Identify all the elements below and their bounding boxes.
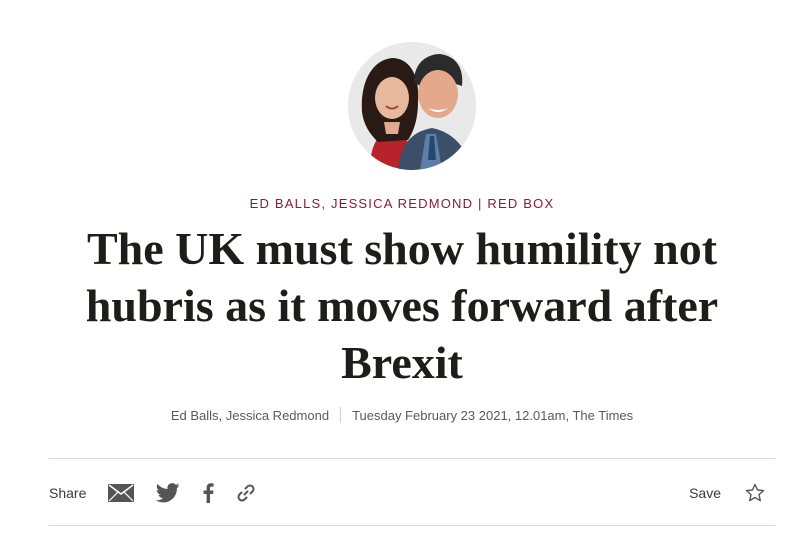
author-photo — [348, 42, 476, 170]
save-button[interactable]: Save — [689, 485, 721, 501]
twitter-icon[interactable] — [156, 483, 180, 503]
byline-separator — [340, 407, 342, 423]
article-byline: Ed Balls, Jessica Redmond Tuesday Februa… — [0, 407, 804, 423]
link-icon[interactable] — [236, 483, 256, 503]
byline-authors[interactable]: Ed Balls, Jessica Redmond — [171, 408, 329, 423]
article-kicker[interactable]: ED BALLS, JESSICA REDMOND | RED BOX — [0, 196, 804, 211]
share-label: Share — [49, 485, 87, 501]
share-bar-top-divider — [49, 458, 775, 459]
email-icon[interactable] — [108, 484, 135, 502]
share-bar-bottom-divider — [49, 525, 775, 526]
facebook-icon[interactable] — [202, 483, 214, 503]
byline-published-date: Tuesday February 23 2021, 12.01am, The T… — [352, 407, 634, 423]
star-outline-icon[interactable] — [745, 483, 765, 503]
share-bar: Share Save — [49, 476, 775, 510]
article-headline: The UK must show humility not hubris as … — [85, 223, 719, 388]
